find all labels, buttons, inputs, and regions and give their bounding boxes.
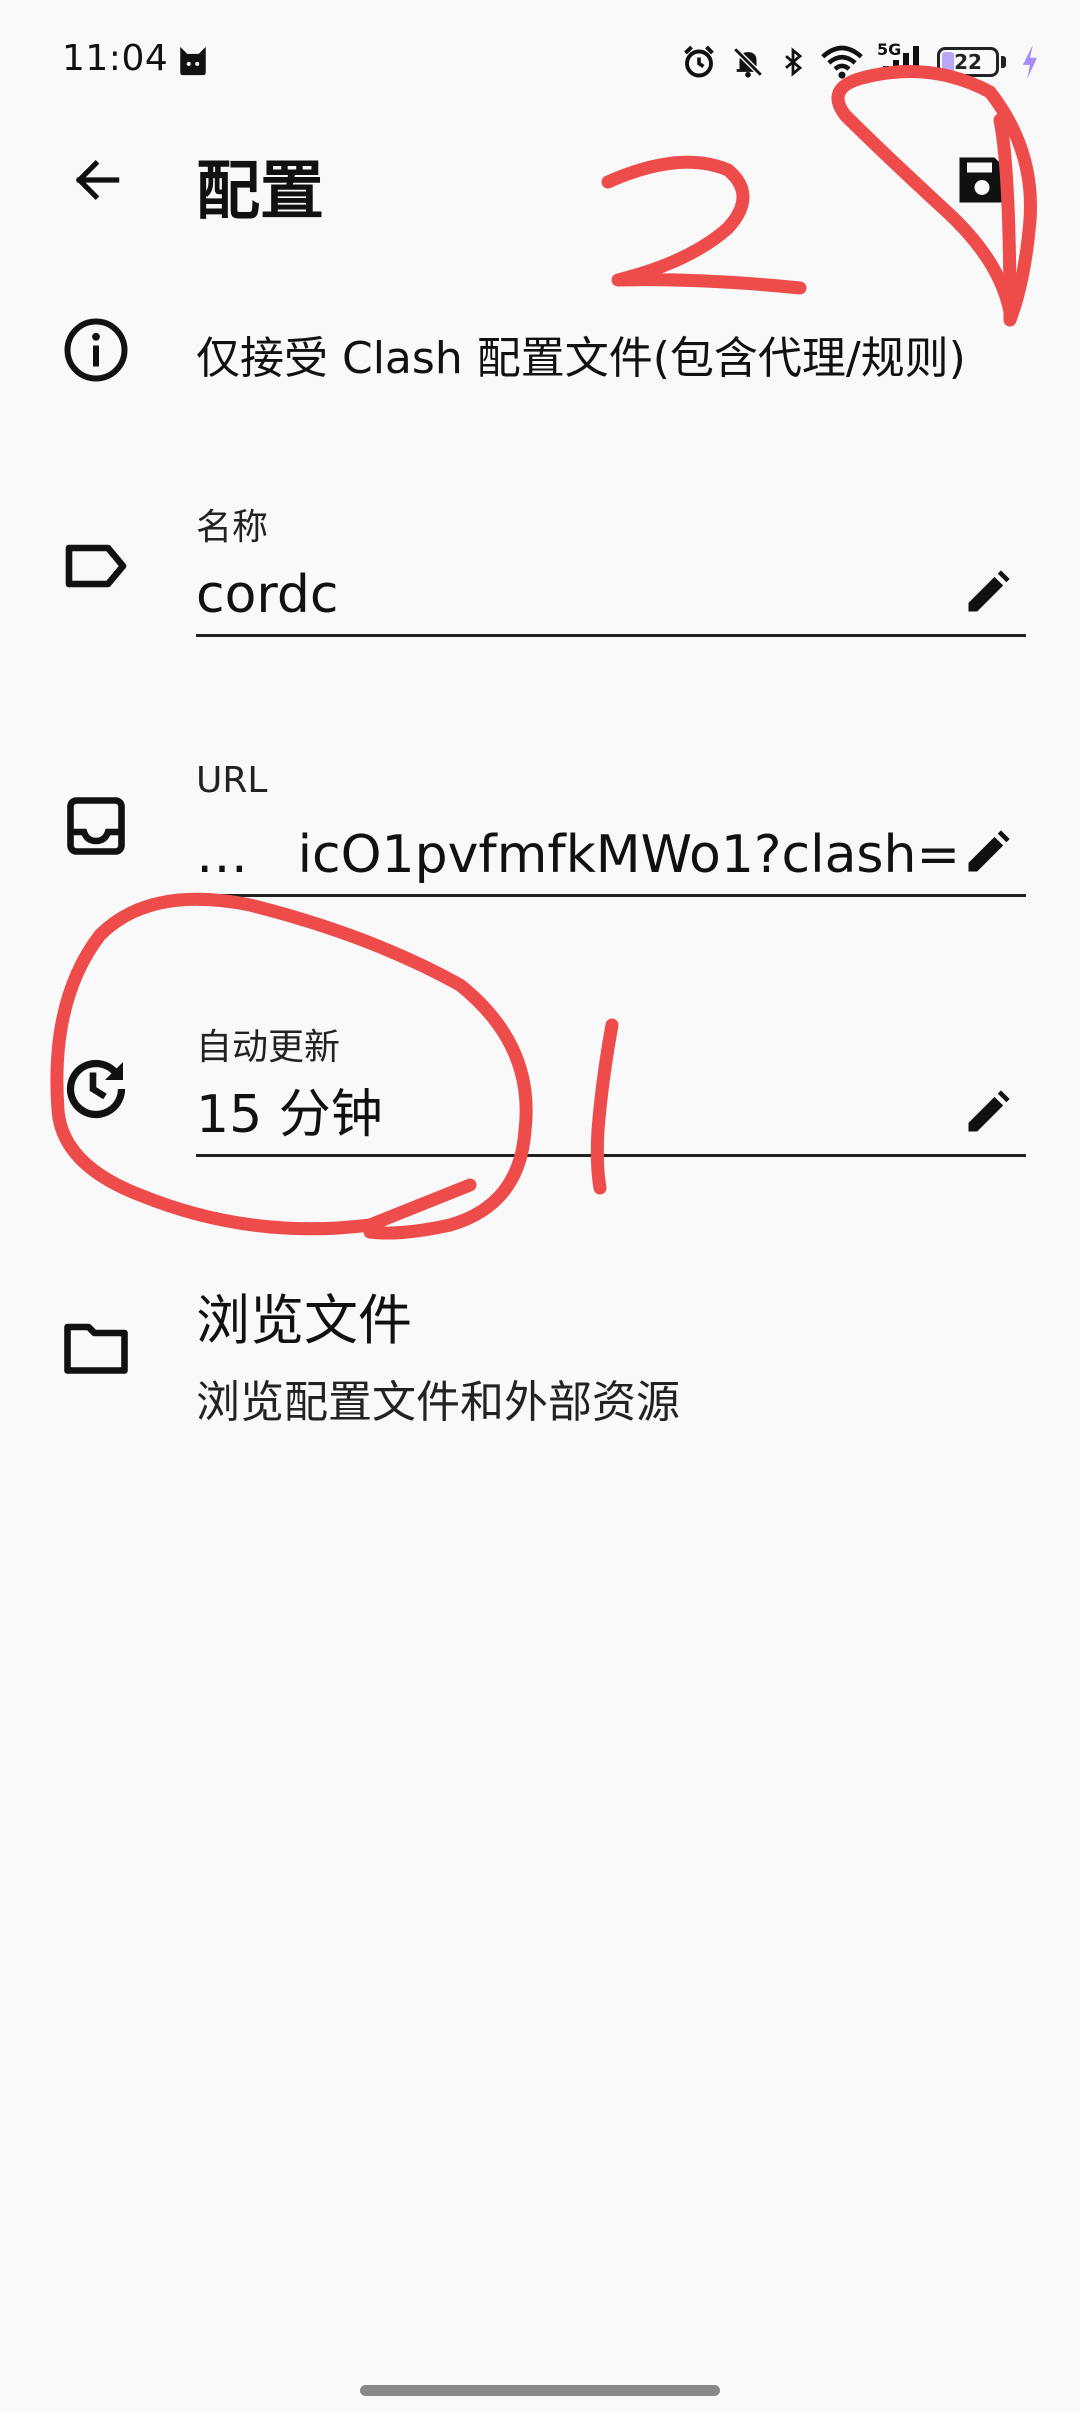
edit-auto-update-icon[interactable] [962,1086,1014,1138]
cat-icon [180,46,206,76]
page-title: 配置 [196,155,324,229]
status-icons: 5G 22 [681,40,1040,84]
signal-bars-icon [883,46,919,78]
info-icon [64,318,128,382]
status-time: 11:04 [62,38,169,79]
gesture-handle[interactable] [360,2385,720,2396]
battery-icon: 22 [937,47,999,77]
edit-url-icon[interactable] [962,826,1014,878]
folder-icon [64,1323,128,1374]
label-tag-icon [65,544,127,588]
battery-level: 22 [954,50,982,74]
battery-tip [1001,56,1006,68]
auto-update-label: 自动更新 [196,1027,341,1068]
bell-off-icon [733,47,763,78]
back-arrow-icon[interactable] [70,152,126,208]
browse-files-title[interactable]: 浏览文件 [196,1276,412,1355]
info-message: 仅接受 Clash 配置文件(包含代理/规则) [196,333,966,384]
cellular-signal: 5G [877,40,923,80]
name-field[interactable]: cordc [196,560,1026,637]
edit-name-icon[interactable] [962,566,1014,618]
name-label: 名称 [196,507,269,548]
save-icon[interactable] [952,150,1012,210]
charging-icon [1022,45,1038,79]
url-value[interactable]: … icO1pvfmfkMWo1?clash= [196,820,956,890]
name-value[interactable]: cordc [196,560,1026,630]
auto-update-value[interactable]: 15 分钟 [196,1080,1026,1150]
alarm-icon [684,45,714,78]
history-clock-icon [66,1059,126,1119]
annotation-digit-2 [601,155,807,295]
inbox-icon [67,797,125,855]
wifi-icon [821,45,863,79]
url-field[interactable]: … icO1pvfmfkMWo1?clash= [196,820,1026,897]
url-label: URL [196,760,268,801]
bluetooth-icon [785,47,803,77]
auto-update-field[interactable]: 15 分钟 [196,1080,1026,1157]
browse-files-subtitle: 浏览配置文件和外部资源 [196,1377,680,1428]
